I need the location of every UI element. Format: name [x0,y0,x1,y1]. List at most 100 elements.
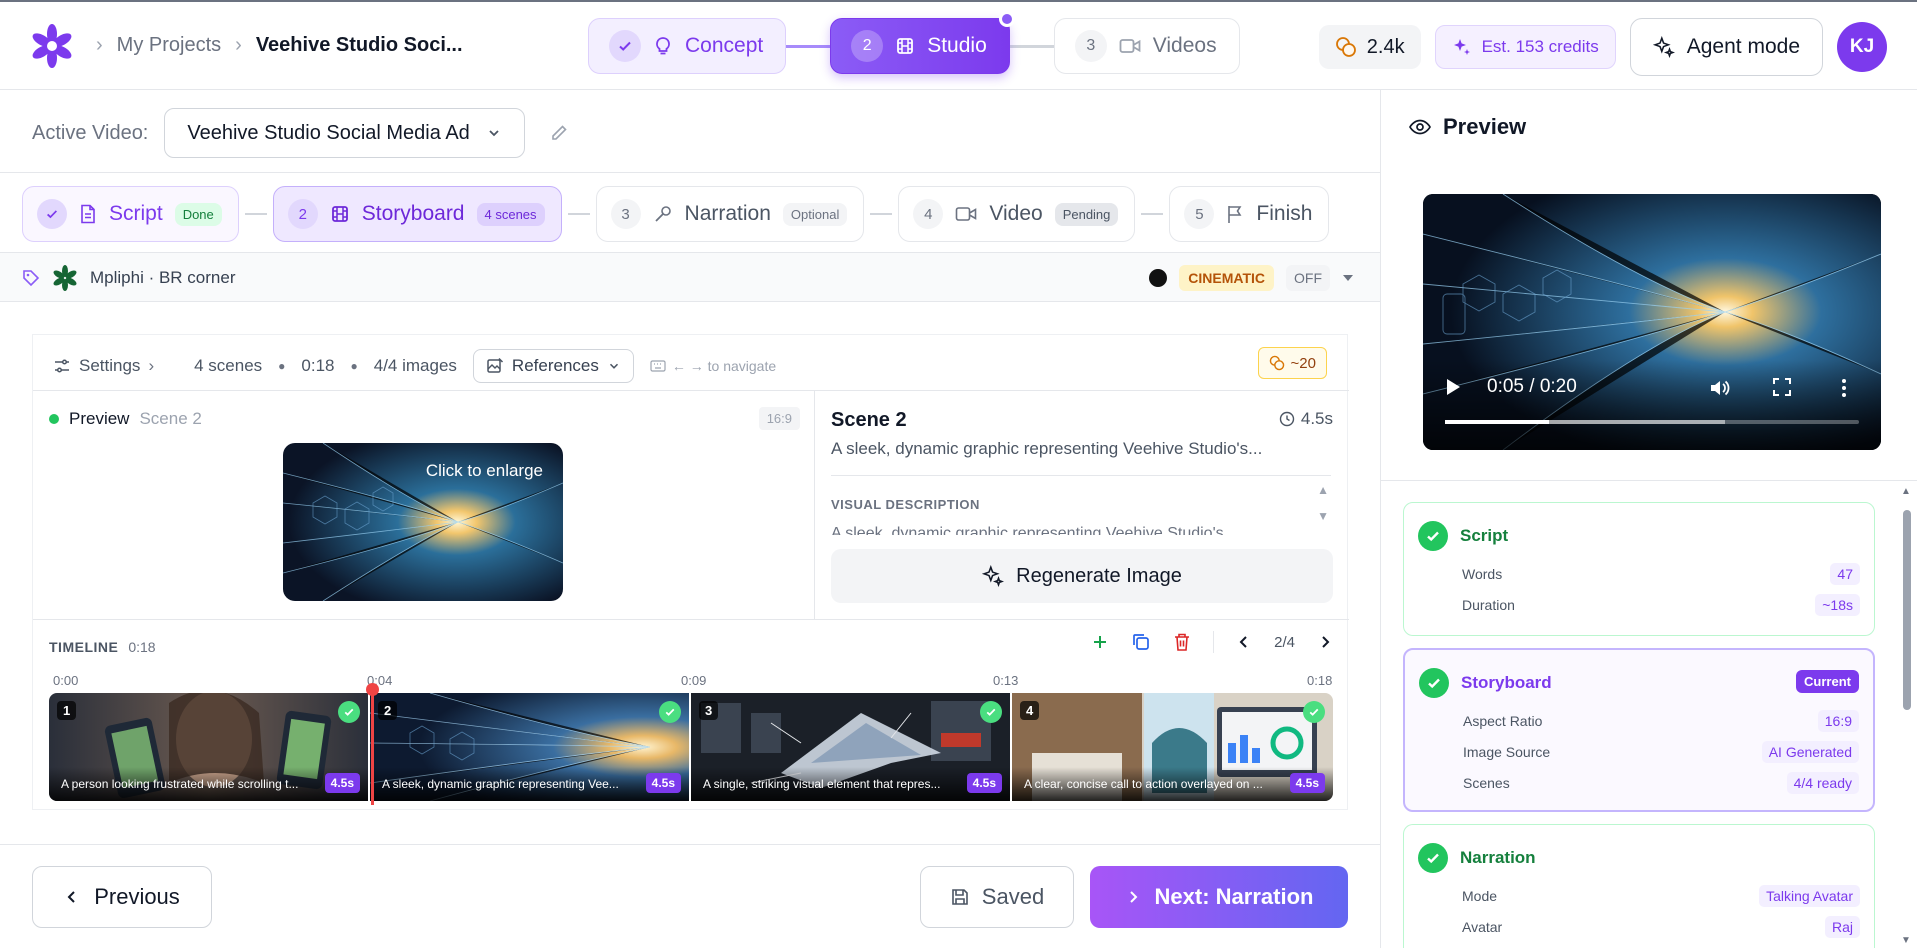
scene-thumbnail[interactable]: Click to enlarge [283,443,563,601]
check-icon [609,30,641,62]
description-scroll[interactable]: ▲ ▼ [1317,483,1329,523]
step-concept[interactable]: Concept [588,18,787,74]
scroll-up-icon[interactable]: ▲ [1901,486,1911,497]
visual-description-label: VISUAL DESCRIPTION [831,497,980,512]
card-title: Storyboard [1461,673,1552,692]
caret-down-icon[interactable] [1342,272,1354,284]
trash-icon[interactable] [1173,632,1191,652]
references-dropdown[interactable]: References [472,349,634,383]
scroll-down-icon[interactable]: ▼ [1901,935,1911,946]
image-source-value: AI Generated [1761,741,1859,763]
check-icon [338,701,360,723]
credits-balance[interactable]: 2.4k [1318,25,1421,69]
active-video-label: Active Video: [32,121,149,144]
timeline-playhead[interactable] [366,683,379,805]
storyboard-card: Settings › 4 scenes ● 0:18 ● 4/4 images … [32,334,1349,810]
substep-storyboard[interactable]: 2 Storyboard 4 scenes [272,186,562,242]
scrollbar-thumb[interactable] [1903,510,1911,710]
scene-duration-value: 4.5s [1300,409,1333,428]
step-videos-number: 3 [1074,30,1107,62]
check-circle-icon [1418,843,1448,873]
regenerate-image-button[interactable]: Regenerate Image [831,549,1333,603]
timeline-clip[interactable]: 4 A clear, concise call to action overla… [1012,693,1333,801]
fullscreen-icon[interactable] [1773,378,1791,396]
app-logo-icon[interactable] [30,24,74,68]
previous-button[interactable]: Previous [32,866,212,928]
video-player[interactable]: 0:05 / 0:20 [1423,194,1881,450]
timeline-clip[interactable]: 1 A person looking frustrated while scro… [49,693,370,801]
volume-icon[interactable] [1709,378,1731,398]
avatar-label: Avatar [1462,919,1503,935]
save-icon [950,887,970,907]
image-source-label: Image Source [1463,744,1551,760]
scene-title: Scene 2 [831,409,907,431]
active-video-select[interactable]: Veehive Studio Social Media Ad [164,108,525,158]
separator [1213,631,1215,653]
toggle-status[interactable]: OFF [1286,265,1330,291]
prev-scene-icon[interactable] [1236,634,1252,650]
timeline-duration: 0:18 [128,639,156,655]
film-icon [330,204,350,224]
clip-number: 4 [1020,701,1040,720]
clip-duration: 4.5s [1289,773,1325,793]
summary-card-script: Script Words 47 Duration ~18s [1403,502,1875,636]
video-progress-bar[interactable] [1445,420,1859,424]
timeline-clip[interactable]: 3 A single, striking visual element that… [691,693,1012,801]
status-dot [49,414,59,424]
substep-finish[interactable]: 5 Finish [1169,186,1330,242]
add-scene-icon[interactable] [1091,633,1109,651]
step-connector [567,213,590,215]
clip-duration: 4.5s [966,773,1002,793]
pencil-icon[interactable] [549,123,569,143]
tick-label: 0:00 [53,673,79,688]
next-scene-icon[interactable] [1317,634,1333,650]
duplicate-icon[interactable] [1131,632,1151,652]
separator-dot: ● [278,359,286,373]
cost-badge: ~20 [1257,347,1327,379]
saved-button[interactable]: Saved [920,866,1074,928]
timeline-clip[interactable]: 2 A sleek, dynamic graphic representing … [370,693,691,801]
substep-narration[interactable]: 3 Narration Optional [595,186,865,242]
mode-value: Talking Avatar [1759,885,1860,907]
scroll-up-icon[interactable]: ▲ [1317,483,1329,497]
step-studio[interactable]: 2 Studio [830,11,1015,74]
visual-description-text[interactable]: A sleek, dynamic graphic representing Ve… [831,523,1311,535]
timeline-ticks: 0:00 0:04 0:09 0:13 0:18 [49,673,1333,689]
previous-label: Previous [94,884,180,909]
tick-label: 0:13 [993,673,1019,688]
video-camera-icon [955,205,977,223]
substep-script[interactable]: Script Done [22,186,239,242]
sliders-icon [53,357,71,375]
breadcrumb-project[interactable]: Veehive Studio Soci... [256,34,463,57]
sidebar-scrollbar[interactable]: ▲ ▼ [1901,486,1913,946]
sparkles-icon [1452,37,1472,57]
next-narration-button[interactable]: Next: Narration [1090,866,1348,928]
chevron-down-icon [486,125,502,141]
step-connector [1009,44,1054,48]
substep-script-label: Script [109,202,163,225]
substep-video[interactable]: 4 Video Pending [898,186,1136,242]
storyboard-toolbar: Settings › 4 scenes ● 0:18 ● 4/4 images … [33,335,1349,391]
clip-caption: A clear, concise call to action overlaye… [1024,777,1263,791]
agent-mode-button[interactable]: Agent mode [1629,18,1823,76]
preview-title: Preview [69,409,130,428]
clip-caption: A person looking frustrated while scroll… [61,777,299,791]
brand-kit-bar[interactable]: Mpliphi · BR corner CINEMATIC OFF [0,252,1380,302]
breadcrumb-my-projects[interactable]: My Projects [117,34,221,57]
coins-icon [1335,36,1357,58]
play-icon[interactable] [1445,378,1461,396]
settings-button[interactable]: Settings › [53,356,154,376]
scroll-down-icon[interactable]: ▼ [1317,509,1329,523]
status-badge: Done [174,202,222,226]
video-progress-fill [1445,420,1549,424]
sparkles-icon [982,565,1005,587]
divider [0,844,1380,845]
clip-number: 2 [378,701,398,720]
user-avatar[interactable]: KJ [1837,22,1887,72]
timeline-label: TIMELINE [49,639,119,655]
more-options-icon[interactable] [1841,378,1847,398]
studio-substeps: Script Done 2 Storyboard 4 scenes 3 Narr… [22,186,1330,242]
workflow-stepper: Concept 2 Studio 3 Videos [588,11,1240,74]
step-videos[interactable]: 3 Videos [1053,18,1240,74]
tag-icon [22,269,40,287]
